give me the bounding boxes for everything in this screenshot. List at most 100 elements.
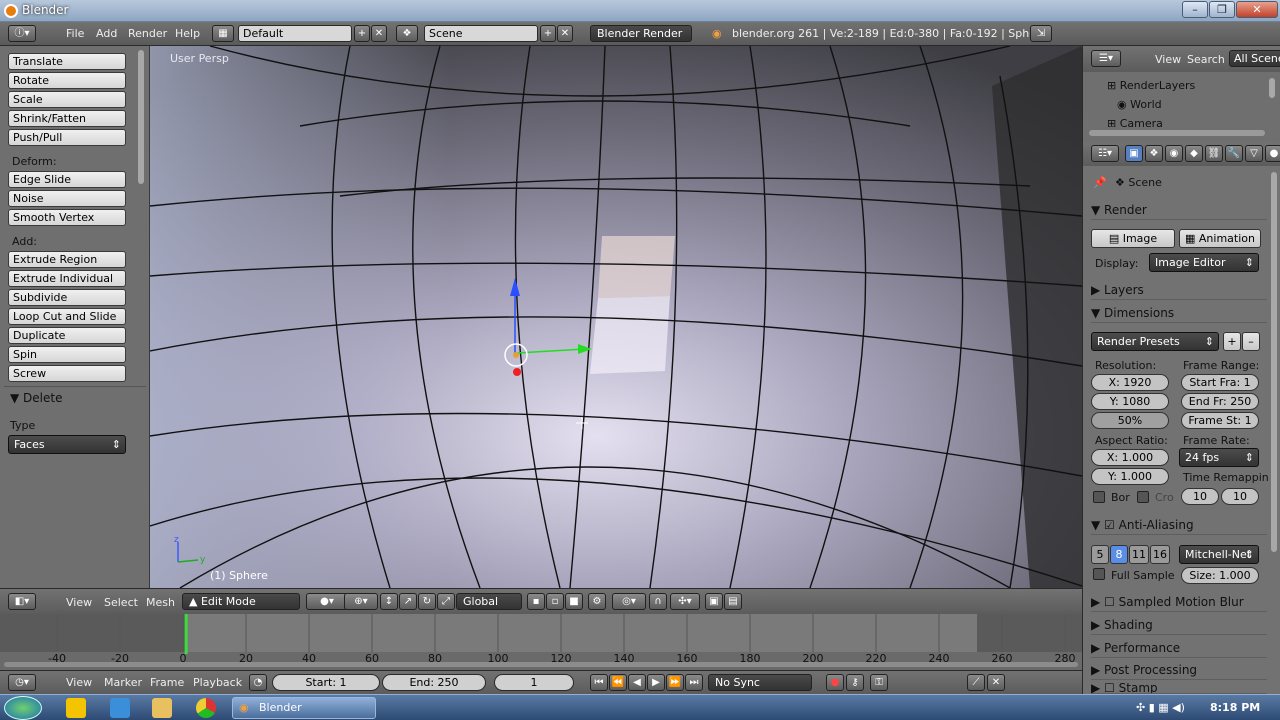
aa-checkbox-icon[interactable]: ☑ xyxy=(1104,518,1115,532)
vertex-select-icon[interactable]: ▪ xyxy=(527,593,545,610)
end-frame-prop-field[interactable]: End Fr: 250 xyxy=(1181,393,1259,410)
post-processing-panel-header[interactable]: ▶ Post Processing xyxy=(1091,660,1267,680)
dimensions-panel-header[interactable]: ▼ Dimensions xyxy=(1091,303,1267,323)
render-image-button[interactable]: ▤ Image xyxy=(1091,229,1175,248)
jump-end-icon[interactable]: ⏭ xyxy=(685,674,703,691)
crop-checkbox[interactable] xyxy=(1137,491,1149,503)
scene-field[interactable]: Scene xyxy=(424,25,538,42)
outliner[interactable]: ☰▾ View Search All Scenes ⊞ RenderLayers… xyxy=(1082,46,1280,142)
stamp-panel-header[interactable]: ▶ ☐ Stamp xyxy=(1091,682,1267,694)
taskbar-chrome-icon[interactable] xyxy=(196,698,216,718)
screen-layout-icon[interactable]: ▦ xyxy=(212,25,234,42)
outliner-item-camera[interactable]: ⊞ Camera xyxy=(1107,117,1163,127)
screw-button[interactable]: Screw xyxy=(8,365,126,382)
fps-dropdown[interactable]: 24 fps ⇕ xyxy=(1179,448,1259,467)
extrude-region-button[interactable]: Extrude Region xyxy=(8,251,126,268)
scale-button[interactable]: Scale xyxy=(8,91,126,108)
remove-scene-icon[interactable]: ✕ xyxy=(557,25,573,42)
timeline-canvas[interactable]: -40 -20 0 20 40 60 80 100 120 140 160 180 200 220 240 2… xyxy=(0,614,1082,670)
taskbar-tool-icon[interactable] xyxy=(110,698,130,718)
outliner-item-renderlayers[interactable]: ⊞ RenderLayers xyxy=(1107,79,1195,92)
screen-layout-field[interactable]: Default xyxy=(238,25,352,42)
add-layout-icon[interactable]: + xyxy=(354,25,370,42)
taskbar-media-icon[interactable] xyxy=(66,698,86,718)
record-icon[interactable]: ● xyxy=(826,674,844,691)
magnet-icon[interactable]: ∩ xyxy=(649,593,667,610)
remove-preset-button[interactable]: – xyxy=(1242,332,1260,351)
aa-size-field[interactable]: Size: 1.000 xyxy=(1181,567,1259,584)
play-reverse-icon[interactable]: ◀ xyxy=(628,674,646,691)
mesh-canvas[interactable]: y z xyxy=(150,46,1082,588)
stamp-checkbox[interactable]: ☐ xyxy=(1104,682,1115,693)
translate-button[interactable]: Translate xyxy=(8,53,126,70)
remap-old-field[interactable]: 10 xyxy=(1181,488,1219,505)
tray-icons[interactable]: ✣ ▮ ▦ ◀) xyxy=(1136,701,1185,714)
editor-type-3d-icon[interactable]: ◧▾ xyxy=(8,593,36,610)
menu-add[interactable]: Add xyxy=(96,27,117,40)
menu-help[interactable]: Help xyxy=(175,27,200,40)
loop-cut-button[interactable]: Loop Cut and Slide xyxy=(8,308,126,325)
menu-file[interactable]: File xyxy=(66,27,84,40)
shading-panel-header[interactable]: ▶ Shading xyxy=(1091,615,1267,635)
object-tab-icon[interactable]: ◆ xyxy=(1185,145,1203,162)
keyframe-delete-icon[interactable]: ✕ xyxy=(987,674,1005,691)
scale-manip-icon[interactable]: ⤢ xyxy=(437,593,455,610)
viewport-shading-icon[interactable]: ●▾ xyxy=(306,593,348,610)
menu-frame[interactable]: Frame xyxy=(150,676,184,689)
menu-view[interactable]: View xyxy=(66,596,92,609)
orientation-dropdown[interactable]: Global xyxy=(456,593,522,610)
minimize-button[interactable]: – xyxy=(1182,1,1208,18)
sync-dropdown[interactable]: No Sync xyxy=(708,674,812,691)
constraint-tab-icon[interactable]: ⛓ xyxy=(1205,145,1223,162)
motion-blur-checkbox[interactable]: ☐ xyxy=(1104,595,1115,609)
menu-playback[interactable]: Playback xyxy=(193,676,242,689)
frame-step-field[interactable]: Frame St: 1 xyxy=(1181,412,1259,429)
render-engine-dropdown[interactable]: Blender Render xyxy=(590,25,692,42)
occlude-icon[interactable]: ⚙ xyxy=(588,593,606,610)
material-tab-icon[interactable]: ● xyxy=(1265,145,1280,162)
menu-select[interactable]: Select xyxy=(104,596,138,609)
menu-render[interactable]: Render xyxy=(128,27,167,40)
outliner-scrollbar[interactable] xyxy=(1269,78,1275,98)
area-split-icon[interactable]: ⇲ xyxy=(1030,25,1052,42)
aspect-x-field[interactable]: X: 1.000 xyxy=(1091,449,1169,466)
menu-outliner-view[interactable]: View xyxy=(1155,53,1181,66)
start-frame-prop-field[interactable]: Start Fra: 1 xyxy=(1181,374,1259,391)
taskbar-folder-icon[interactable] xyxy=(152,698,172,718)
3d-viewport[interactable]: y z User Persp (1) Sphere xyxy=(150,46,1082,588)
data-tab-icon[interactable]: ▽ xyxy=(1245,145,1263,162)
render-panel-header[interactable]: ▼ Render xyxy=(1091,200,1267,220)
start-frame-field[interactable]: Start: 1 xyxy=(272,674,380,691)
edge-select-icon[interactable]: ▫ xyxy=(546,593,564,610)
aa-samples-8[interactable]: 8 xyxy=(1110,545,1128,564)
snap-element-icon[interactable]: ✣▾ xyxy=(670,593,700,610)
editor-type-info-icon[interactable]: ⓘ▾ xyxy=(8,25,36,42)
aa-samples-11[interactable]: 11 xyxy=(1129,545,1149,564)
taskbar-blender-task[interactable]: ◉ Blender xyxy=(232,697,376,719)
aa-samples-16[interactable]: 16 xyxy=(1150,545,1170,564)
start-button[interactable] xyxy=(4,696,42,720)
noise-button[interactable]: Noise xyxy=(8,190,126,207)
pivot-icon[interactable]: ⊕▾ xyxy=(344,593,378,610)
add-scene-icon[interactable]: + xyxy=(540,25,556,42)
render-tab-icon[interactable]: ▣ xyxy=(1125,145,1143,162)
motion-blur-panel-header[interactable]: ▶ ☐ Sampled Motion Blur xyxy=(1091,592,1267,612)
editor-type-outliner-icon[interactable]: ☰▾ xyxy=(1091,50,1121,67)
push-pull-button[interactable]: Push/Pull xyxy=(8,129,126,146)
prev-keyframe-icon[interactable]: ⏪ xyxy=(609,674,627,691)
timeline-area[interactable]: -40 -20 0 20 40 60 80 100 120 140 160 180 200 220 240 2… xyxy=(0,614,1082,670)
menu-marker[interactable]: Marker xyxy=(104,676,142,689)
keyframe-add-icon[interactable]: ⟋ xyxy=(967,674,985,691)
aa-samples-5[interactable]: 5 xyxy=(1091,545,1109,564)
operator-panel-toggle[interactable]: ▼ Delete xyxy=(10,391,62,405)
aa-filter-dropdown[interactable]: Mitchell-Net ⇕ xyxy=(1179,545,1259,564)
duplicate-button[interactable]: Duplicate xyxy=(8,327,126,344)
proportional-edit-icon[interactable]: ◎▾ xyxy=(612,593,646,610)
extrude-individual-button[interactable]: Extrude Individual xyxy=(8,270,126,287)
keying-set-icon[interactable]: ⚷ xyxy=(846,674,864,691)
remap-new-field[interactable]: 10 xyxy=(1221,488,1259,505)
delete-type-dropdown[interactable]: Faces ⇕ xyxy=(8,435,126,454)
jump-start-icon[interactable]: ⏮ xyxy=(590,674,608,691)
performance-panel-header[interactable]: ▶ Performance xyxy=(1091,638,1267,658)
opengl-render-icon[interactable]: ▣ xyxy=(705,593,723,610)
